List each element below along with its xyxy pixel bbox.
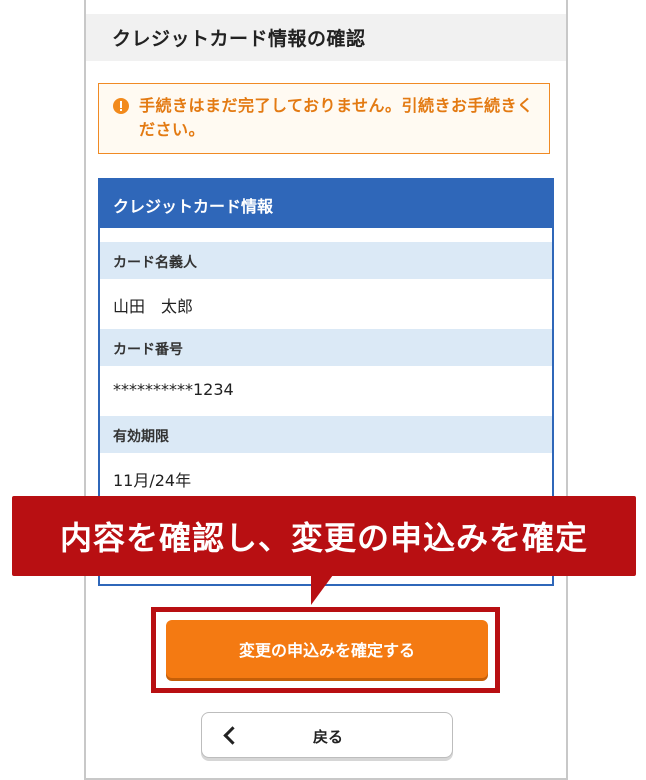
card-info-title: クレジットカード情報 xyxy=(113,197,274,216)
banner-pointer xyxy=(311,575,333,605)
confirm-button-highlight xyxy=(151,607,500,693)
instruction-banner-text: 内容を確認し、変更の申込みを確定 xyxy=(59,519,588,557)
card-number-value: **********1234 xyxy=(113,380,234,399)
cardholder-label-row: カード名義人 xyxy=(100,242,552,279)
card-number-label-row: カード番号 xyxy=(100,329,552,366)
back-button[interactable]: 戻る xyxy=(201,712,453,758)
page-title: クレジットカード情報の確認 xyxy=(112,28,366,50)
cardholder-value: 山田 太郎 xyxy=(113,297,194,316)
expiry-label: 有効期限 xyxy=(113,429,169,445)
notice-message: 手続きはまだ完了しておりません。引続きお手続きください。 xyxy=(139,96,534,139)
incomplete-notice: 手続きはまだ完了しておりません。引続きお手続きください。 xyxy=(98,83,550,154)
back-button-label: 戻る xyxy=(312,728,343,746)
cardholder-label: カード名義人 xyxy=(113,255,197,271)
expiry-label-row: 有効期限 xyxy=(100,416,552,453)
exclamation-icon xyxy=(113,98,129,114)
card-number-label: カード番号 xyxy=(113,342,183,358)
expiry-value: 11月/24年 xyxy=(113,471,192,490)
card-info-header: クレジットカード情報 xyxy=(100,180,552,228)
page-header: クレジットカード情報の確認 xyxy=(86,14,566,61)
